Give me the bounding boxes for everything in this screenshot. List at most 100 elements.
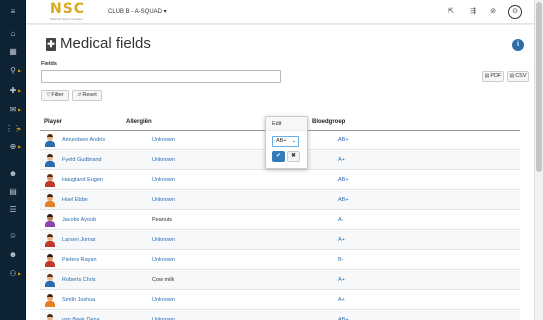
list-icon[interactable]: ☰ [4, 204, 22, 216]
link-icon[interactable]: ⊘ [486, 6, 500, 18]
logo-text: NSC [50, 1, 86, 17]
column-header-allergies[interactable]: Allergiën [126, 115, 246, 130]
sidebar: ≡ ⌂ ▦ ⚲ ▶ ✚ ▶ ✉ ▶ ⋮⋮ ▶ ⊕ ▶ ☻ ▤ ☰ ☺ ☻ ⚇ ▶ [0, 0, 26, 320]
chevron-right-icon: ▶ [18, 126, 22, 131]
bloodgroup-cell[interactable]: AB+ [338, 171, 438, 190]
allergy-cell[interactable]: Unknown [152, 231, 272, 250]
bloodgroup-cell[interactable]: A+ [338, 231, 438, 250]
player-name-link[interactable]: Amundsen Andris [62, 131, 162, 150]
table-row: Haugland Eugen Unknown AB+ [40, 171, 520, 190]
player-avatar [44, 254, 56, 267]
info-icon[interactable]: i [512, 39, 524, 51]
user-avatar-icon[interactable]: ⊙ [508, 5, 522, 19]
page-scrollbar[interactable] [534, 0, 543, 320]
chevron-right-icon: ▶ [18, 68, 22, 73]
page-title: Medical fields [60, 35, 151, 52]
table-row: Jacobs Ayoub Peanuts A- [40, 211, 520, 230]
player-avatar [44, 314, 56, 320]
player-avatar [44, 174, 56, 187]
allergy-cell[interactable]: Unknown [152, 151, 272, 170]
allergy-cell[interactable]: Unknown [152, 191, 272, 210]
chevron-right-icon: ▶ [18, 88, 22, 93]
export-icon[interactable]: ⇱ [444, 6, 458, 18]
grid-icon[interactable]: ▤ [4, 186, 22, 198]
table-row: Pieters Rayan Unknown B- [40, 251, 520, 270]
player-avatar [44, 274, 56, 287]
file-icon: ▤ [484, 73, 490, 79]
player-name-link[interactable]: Pieters Rayan [62, 251, 162, 270]
bloodgroup-select[interactable]: AB+ ⌄ [272, 136, 299, 147]
column-header-player[interactable]: Player [44, 115, 124, 130]
allergy-cell[interactable]: Unknown [152, 131, 272, 150]
filter-icon[interactable]: ⇶ [466, 6, 480, 18]
player-name-link[interactable]: Larsen Jomar [62, 231, 162, 250]
pdf-label: PDF [490, 73, 502, 79]
csv-label: CSV [515, 73, 527, 79]
select-value: AB+ [276, 138, 287, 144]
player-name-link[interactable]: Hoel Ebbe [62, 191, 162, 210]
reset-button[interactable]: ↺Reset [72, 90, 102, 101]
users-icon[interactable]: ☻ [4, 168, 22, 180]
dashboard-icon[interactable]: ⌂ [4, 28, 22, 40]
scrollbar-thumb[interactable] [536, 2, 542, 172]
calendar-icon[interactable]: ▦ [4, 46, 22, 58]
filter-button[interactable]: ▽Filter [41, 90, 69, 101]
bloodgroup-cell[interactable]: AB+ [338, 131, 438, 150]
table-row: van Beek Dana Unknown AB+ [40, 311, 520, 320]
app-frame: ≡ ⌂ ▦ ⚲ ▶ ✚ ▶ ✉ ▶ ⋮⋮ ▶ ⊕ ▶ ☻ ▤ ☰ ☺ ☻ ⚇ ▶ NSC National Spor… [0, 0, 543, 320]
logo-subtext: National Sports Contract [50, 17, 83, 21]
bloodgroup-cell[interactable]: B- [338, 251, 438, 270]
allergy-cell[interactable]: Unknown [152, 171, 272, 190]
edit-popover: Edit AB+ ⌄ ✔ ✖ [265, 116, 308, 169]
player-name-link[interactable]: Roberts Chris [62, 271, 162, 290]
popover-title: Edit [266, 117, 307, 131]
chevron-down-icon: ⌄ [291, 138, 296, 144]
logo[interactable]: NSC National Sports Contract [50, 1, 94, 22]
bloodgroup-cell[interactable]: A- [338, 211, 438, 230]
chevron-right-icon: ▶ [18, 144, 22, 149]
column-header-bloodgroup[interactable]: Bloedgroep [312, 115, 412, 130]
allergy-cell[interactable]: Unknown [152, 251, 272, 270]
bloodgroup-cell[interactable]: A+ [338, 291, 438, 310]
allergy-cell[interactable]: Cow milk [152, 271, 272, 290]
club-selector[interactable]: CLUB B - A-SQUAD ▾ [108, 7, 198, 17]
allergy-cell[interactable]: Unknown [152, 311, 272, 320]
table-row: Smith Joshua Unknown A+ [40, 291, 520, 310]
player-name-link[interactable]: Smith Joshua [62, 291, 162, 310]
allergy-cell[interactable]: Peanuts [152, 211, 272, 230]
chevron-right-icon: ▶ [18, 271, 22, 276]
reset-label: Reset [82, 92, 97, 98]
top-bar: NSC National Sports Contract CLUB B - A-… [26, 0, 534, 24]
player-name-link[interactable]: Fyeld Gudbrand [62, 151, 162, 170]
player-avatar [44, 154, 56, 167]
bloodgroup-cell[interactable]: A+ [338, 271, 438, 290]
table-row: Hoel Ebbe Unknown AB+ [40, 191, 520, 210]
bloodgroup-cell[interactable]: AB+ [338, 191, 438, 210]
fields-label: Fields [41, 61, 57, 67]
chevron-right-icon: ▶ [18, 107, 22, 112]
allergy-cell[interactable]: Unknown [152, 291, 272, 310]
fields-input[interactable] [41, 70, 281, 83]
player-avatar [44, 134, 56, 147]
filter-label: Filter [51, 92, 64, 98]
confirm-button[interactable]: ✔ [272, 151, 285, 162]
funnel-icon: ▽ [46, 92, 51, 98]
pdf-button[interactable]: ▤PDF [482, 71, 504, 82]
cancel-button[interactable]: ✖ [287, 151, 300, 162]
player-name-link[interactable]: Haugland Eugen [62, 171, 162, 190]
menu-toggle-icon[interactable]: ≡ [4, 6, 22, 18]
player-avatar [44, 234, 56, 247]
undo-icon: ↺ [77, 92, 82, 98]
bloodgroup-cell[interactable]: AB+ [338, 311, 438, 320]
group-icon[interactable]: ☻ [4, 249, 22, 261]
player-name-link[interactable]: Jacobs Ayoub [62, 211, 162, 230]
csv-button[interactable]: ▤CSV [507, 71, 529, 82]
bloodgroup-cell[interactable]: A+ [338, 151, 438, 170]
player-avatar [44, 194, 56, 207]
table-row: Larsen Jomar Unknown A+ [40, 231, 520, 250]
medical-kit-icon: ✚ [46, 38, 56, 51]
player-name-link[interactable]: van Beek Dana [62, 311, 162, 320]
file-icon: ▤ [509, 73, 515, 79]
person-icon[interactable]: ☺ [4, 230, 22, 242]
player-avatar [44, 294, 56, 307]
